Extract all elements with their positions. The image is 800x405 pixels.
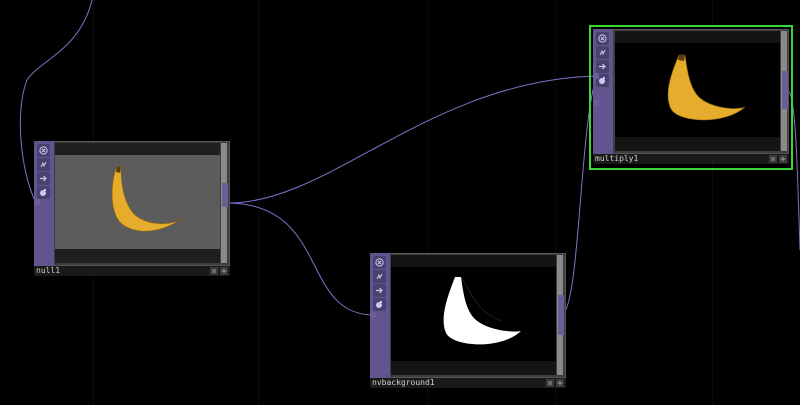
plus-icon[interactable] xyxy=(779,155,787,163)
arrow-right-icon[interactable] xyxy=(596,60,609,73)
banana-image xyxy=(55,143,220,263)
node-name[interactable]: nvbackground1 xyxy=(370,378,546,388)
viewer-icon[interactable] xyxy=(37,186,50,199)
node-label-bar: multiply1 xyxy=(593,154,789,164)
node-viewer[interactable] xyxy=(55,143,220,263)
node-label-bar: null1 xyxy=(34,266,230,276)
viewer-toggle-icon[interactable] xyxy=(210,267,218,275)
output-connector[interactable] xyxy=(558,295,564,335)
node-side-bar xyxy=(593,29,613,154)
node-name[interactable]: null1 xyxy=(34,266,210,276)
output-connector[interactable] xyxy=(222,183,228,207)
close-icon[interactable] xyxy=(373,256,386,269)
output-connector[interactable] xyxy=(782,71,788,109)
node-viewer[interactable] xyxy=(391,255,556,375)
arrow-right-icon[interactable] xyxy=(373,284,386,297)
bypass-icon[interactable] xyxy=(37,158,50,171)
bypass-icon[interactable] xyxy=(596,46,609,59)
node-viewer[interactable] xyxy=(615,31,780,151)
close-icon[interactable] xyxy=(596,32,609,45)
viewer-toggle-icon[interactable] xyxy=(546,379,554,387)
arrow-right-icon[interactable] xyxy=(37,172,50,185)
network-editor[interactable]: null1 nvbackground1 multiply1 xyxy=(0,0,800,405)
input-connector-1[interactable] xyxy=(593,73,599,79)
banana-matte xyxy=(391,255,556,375)
node-nvbackground1[interactable]: nvbackground1 xyxy=(370,253,566,388)
close-icon[interactable] xyxy=(37,144,50,157)
wire-null1-to-nvbackground1[interactable] xyxy=(228,202,375,316)
input-connector[interactable] xyxy=(34,199,40,205)
bypass-icon[interactable] xyxy=(373,270,386,283)
input-connector-2[interactable] xyxy=(593,100,599,106)
viewer-toggle-icon[interactable] xyxy=(769,155,777,163)
input-connector[interactable] xyxy=(370,312,376,318)
wire-null1-to-multiply1[interactable] xyxy=(228,75,598,204)
plus-icon[interactable] xyxy=(220,267,228,275)
viewer-icon[interactable] xyxy=(373,298,386,311)
node-null1[interactable]: null1 xyxy=(34,141,230,276)
banana-cutout xyxy=(615,31,780,151)
node-name[interactable]: multiply1 xyxy=(593,154,769,164)
plus-icon[interactable] xyxy=(556,379,564,387)
node-label-bar: nvbackground1 xyxy=(370,378,566,388)
node-multiply1[interactable]: multiply1 xyxy=(589,25,793,170)
